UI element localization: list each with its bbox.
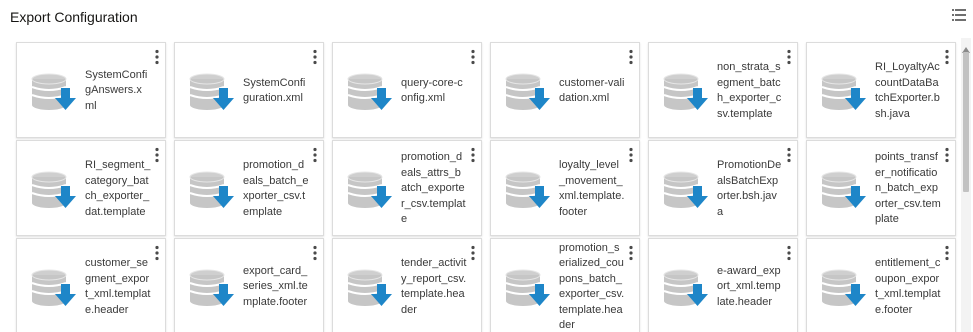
file-card[interactable]: promotion_serialized_coupons_batch_expor…: [490, 238, 640, 332]
file-name: customer-validation.xml: [559, 76, 625, 105]
file-name: SystemConfigAnswers.xml: [85, 68, 148, 112]
more-options-icon[interactable]: [152, 245, 162, 261]
file-name: RI_segment_category_batch_exporter_dat.t…: [85, 159, 151, 218]
database-download-icon: [505, 269, 555, 309]
page-title: Export Configuration: [10, 9, 138, 25]
file-card[interactable]: PromotionDealsBatchExporter.bsh.java: [648, 140, 798, 236]
file-card[interactable]: points_transfer_notification_batch_expor…: [806, 140, 956, 236]
database-download-icon: [189, 73, 239, 113]
file-name: loyalty_level_movement_xml.template.foot…: [559, 159, 625, 218]
more-options-icon[interactable]: [310, 245, 320, 261]
database-download-icon: [347, 269, 397, 309]
database-download-icon: [347, 73, 397, 113]
file-card[interactable]: non_strata_segment_batch_exporter_csv.te…: [648, 42, 798, 138]
file-card[interactable]: promotion_deals_attrs_batch_exporter_csv…: [332, 140, 482, 236]
database-download-icon: [347, 171, 397, 211]
more-options-icon[interactable]: [626, 49, 636, 65]
file-card[interactable]: SystemConfigAnswers.xml: [16, 42, 166, 138]
more-options-icon[interactable]: [942, 147, 952, 163]
scrollbar-thumb[interactable]: [963, 52, 969, 192]
database-download-icon: [821, 171, 871, 211]
page-header: Export Configuration: [0, 0, 973, 36]
file-card[interactable]: tender_activity_report_csv.template.head…: [332, 238, 482, 332]
file-name: promotion_deals_batch_exporter_csv.templ…: [243, 159, 309, 218]
database-download-icon: [663, 269, 713, 309]
file-name: e-award_export_xml.template.header: [717, 264, 781, 308]
more-options-icon[interactable]: [468, 245, 478, 261]
file-name: query-core-config.xml: [401, 76, 463, 105]
database-download-icon: [505, 171, 555, 211]
more-options-icon[interactable]: [626, 147, 636, 163]
database-download-icon: [189, 269, 239, 309]
more-options-icon[interactable]: [784, 147, 794, 163]
file-name: export_card_series_xml.template.footer: [243, 264, 308, 308]
file-card[interactable]: promotion_deals_batch_exporter_csv.templ…: [174, 140, 324, 236]
file-card[interactable]: RI_LoyaltyAccountDataBatchExporter.bsh.j…: [806, 42, 956, 138]
scroll-up-arrow-icon[interactable]: [962, 40, 970, 53]
vertical-scrollbar[interactable]: [961, 38, 971, 332]
more-options-icon[interactable]: [152, 147, 162, 163]
file-name: customer_segment_export_xml.template.hea…: [85, 257, 151, 316]
file-card[interactable]: RI_segment_category_batch_exporter_dat.t…: [16, 140, 166, 236]
more-options-icon[interactable]: [468, 49, 478, 65]
file-name: tender_activity_report_csv.template.head…: [401, 257, 467, 316]
list-view-icon[interactable]: [952, 9, 966, 21]
database-download-icon: [31, 171, 81, 211]
database-download-icon: [821, 269, 871, 309]
file-grid-container: SystemConfigAnswers.xml SystemConfigurat…: [10, 38, 958, 332]
file-name: points_transfer_notification_batch_expor…: [875, 151, 941, 226]
file-name: promotion_deals_attrs_batch_exporter_csv…: [401, 151, 466, 226]
file-name: PromotionDealsBatchExporter.bsh.java: [717, 159, 782, 218]
file-card[interactable]: SystemConfiguration.xml: [174, 42, 324, 138]
file-card[interactable]: export_card_series_xml.template.footer: [174, 238, 324, 332]
file-card[interactable]: entitlement_coupon_export_xml.template.f…: [806, 238, 956, 332]
file-name: non_strata_segment_batch_exporter_csv.te…: [717, 61, 782, 120]
more-options-icon[interactable]: [784, 49, 794, 65]
file-name: SystemConfiguration.xml: [243, 76, 306, 105]
file-name: promotion_serialized_coupons_batch_expor…: [559, 241, 625, 332]
database-download-icon: [31, 269, 81, 309]
file-name: RI_LoyaltyAccountDataBatchExporter.bsh.j…: [875, 61, 940, 120]
file-grid: SystemConfigAnswers.xml SystemConfigurat…: [16, 42, 956, 332]
file-name: entitlement_coupon_export_xml.template.f…: [875, 257, 941, 316]
database-download-icon: [663, 73, 713, 113]
file-card[interactable]: customer-validation.xml: [490, 42, 640, 138]
database-download-icon: [663, 171, 713, 211]
database-download-icon: [505, 73, 555, 113]
database-download-icon: [821, 73, 871, 113]
file-card[interactable]: e-award_export_xml.template.header: [648, 238, 798, 332]
more-options-icon[interactable]: [468, 147, 478, 163]
more-options-icon[interactable]: [784, 245, 794, 261]
more-options-icon[interactable]: [310, 49, 320, 65]
more-options-icon[interactable]: [942, 49, 952, 65]
more-options-icon[interactable]: [942, 245, 952, 261]
file-card[interactable]: customer_segment_export_xml.template.hea…: [16, 238, 166, 332]
more-options-icon[interactable]: [310, 147, 320, 163]
more-options-icon[interactable]: [626, 245, 636, 261]
database-download-icon: [31, 73, 81, 113]
export-configuration-page: Export Configuration SystemConfigAnswers…: [0, 0, 973, 332]
file-card[interactable]: query-core-config.xml: [332, 42, 482, 138]
database-download-icon: [189, 171, 239, 211]
file-card[interactable]: loyalty_level_movement_xml.template.foot…: [490, 140, 640, 236]
more-options-icon[interactable]: [152, 49, 162, 65]
